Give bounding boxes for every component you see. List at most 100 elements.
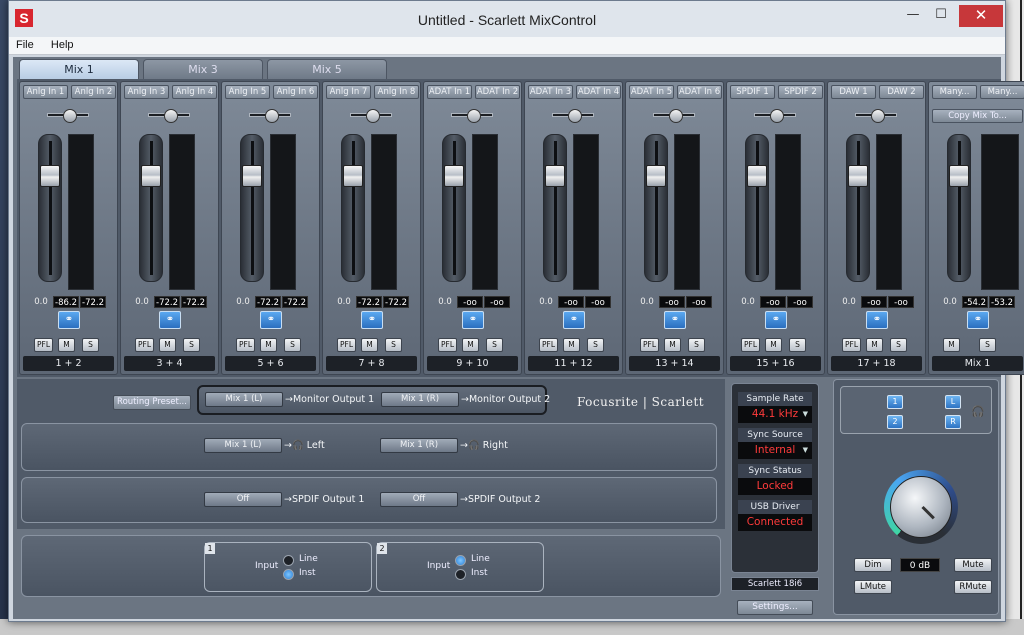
phones-right-select[interactable]: Mix 1 (R) [380, 438, 458, 453]
stereo-link-icon[interactable]: ⚭ [967, 311, 989, 329]
fader-cap[interactable] [40, 164, 60, 187]
dim-button[interactable]: Dim [854, 558, 892, 572]
input-select-right[interactable]: Anlg In 6 [273, 85, 318, 99]
stereo-link-icon[interactable]: ⚭ [159, 311, 181, 329]
volume-fader[interactable] [139, 134, 163, 282]
monitor-out-2-button[interactable]: 2 [887, 415, 903, 429]
mute-button[interactable]: M [260, 338, 277, 352]
pfl-button[interactable]: PFL [135, 338, 154, 352]
pan-slider[interactable] [853, 109, 899, 123]
fader-cap[interactable] [343, 164, 363, 187]
pfl-button[interactable]: PFL [741, 338, 760, 352]
pan-handle[interactable] [770, 109, 784, 123]
mute-button[interactable]: M [866, 338, 883, 352]
input-2-line-radio[interactable] [455, 555, 466, 566]
master-volume-knob[interactable] [884, 470, 958, 544]
stereo-link-icon[interactable]: ⚭ [765, 311, 787, 329]
sync-source-select[interactable]: Internal ▼ [738, 442, 812, 459]
fader-cap[interactable] [848, 164, 868, 187]
stereo-link-icon[interactable]: ⚭ [866, 311, 888, 329]
volume-fader[interactable] [341, 134, 365, 282]
stereo-link-icon[interactable]: ⚭ [260, 311, 282, 329]
mute-button[interactable]: M [361, 338, 378, 352]
pan-slider[interactable] [651, 109, 697, 123]
copy-mix-button[interactable]: Copy Mix To... [932, 109, 1023, 123]
input-select-left[interactable]: ADAT In 5 [629, 85, 674, 99]
minimize-button[interactable]: — [899, 5, 927, 27]
phones-left-button[interactable]: L [945, 395, 961, 409]
maximize-button[interactable]: ☐ [927, 5, 955, 27]
pfl-button[interactable]: PFL [438, 338, 457, 352]
pan-slider[interactable] [146, 109, 192, 123]
input-select-right[interactable]: SPDIF 2 [778, 85, 823, 99]
input-select-left[interactable]: ADAT In 1 [427, 85, 472, 99]
mute-button[interactable]: M [58, 338, 75, 352]
solo-button[interactable]: S [587, 338, 604, 352]
input-select-right[interactable]: ADAT In 4 [576, 85, 621, 99]
input-2-inst-radio[interactable] [455, 569, 466, 580]
tab-mix-1[interactable]: Mix 1 [19, 59, 139, 79]
menu-help[interactable]: Help [44, 37, 81, 53]
input-select-right[interactable]: ADAT In 2 [475, 85, 520, 99]
monitor-output-1-select[interactable]: Mix 1 (L) [205, 392, 283, 407]
phones-right-button[interactable]: R [945, 415, 961, 429]
volume-fader[interactable] [947, 134, 971, 282]
fader-cap[interactable] [646, 164, 666, 187]
pan-slider[interactable] [752, 109, 798, 123]
mute-button[interactable]: M [462, 338, 479, 352]
solo-button[interactable]: S [385, 338, 402, 352]
stereo-link-icon[interactable]: ⚭ [563, 311, 585, 329]
mute-button[interactable]: M [765, 338, 782, 352]
stereo-link-icon[interactable]: ⚭ [58, 311, 80, 329]
input-select-right[interactable]: Anlg In 8 [374, 85, 419, 99]
fader-cap[interactable] [545, 164, 565, 187]
fader-cap[interactable] [242, 164, 262, 187]
pfl-button[interactable]: PFL [539, 338, 558, 352]
solo-button[interactable]: S [284, 338, 301, 352]
input-select-left[interactable]: Anlg In 3 [124, 85, 169, 99]
solo-button[interactable]: S [688, 338, 705, 352]
settings-button[interactable]: Settings... [737, 600, 813, 615]
volume-fader[interactable] [442, 134, 466, 282]
pan-slider[interactable] [449, 109, 495, 123]
solo-button[interactable]: S [789, 338, 806, 352]
stereo-link-icon[interactable]: ⚭ [361, 311, 383, 329]
solo-button[interactable]: S [890, 338, 907, 352]
input-select-right[interactable]: ADAT In 6 [677, 85, 722, 99]
pan-handle[interactable] [366, 109, 380, 123]
solo-button[interactable]: S [82, 338, 99, 352]
tab-mix-5[interactable]: Mix 5 [267, 59, 387, 79]
pan-slider[interactable] [247, 109, 293, 123]
pan-slider[interactable] [348, 109, 394, 123]
stereo-link-icon[interactable]: ⚭ [462, 311, 484, 329]
mute-button[interactable]: M [563, 338, 580, 352]
mute-button[interactable]: M [159, 338, 176, 352]
phones-left-select[interactable]: Mix 1 (L) [204, 438, 282, 453]
menu-file[interactable]: File [9, 37, 41, 53]
input-select-left[interactable]: ADAT In 3 [528, 85, 573, 99]
input-1-line-radio[interactable] [283, 555, 294, 566]
pan-handle[interactable] [669, 109, 683, 123]
solo-button[interactable]: S [486, 338, 503, 352]
input-select-right[interactable]: Anlg In 4 [172, 85, 217, 99]
fader-cap[interactable] [949, 164, 969, 187]
fader-cap[interactable] [141, 164, 161, 187]
pfl-button[interactable]: PFL [34, 338, 53, 352]
monitor-out-1-button[interactable]: 1 [887, 395, 903, 409]
tab-mix-3[interactable]: Mix 3 [143, 59, 263, 79]
pan-handle[interactable] [467, 109, 481, 123]
routing-preset-button[interactable]: Routing Preset... [113, 395, 191, 410]
monitor-output-2-select[interactable]: Mix 1 (R) [381, 392, 459, 407]
pfl-button[interactable]: PFL [640, 338, 659, 352]
stereo-link-icon[interactable]: ⚭ [664, 311, 686, 329]
mute-button[interactable]: Mute [954, 558, 992, 572]
volume-fader[interactable] [38, 134, 62, 282]
input-1-inst-radio[interactable] [283, 569, 294, 580]
spdif-output-1-select[interactable]: Off [204, 492, 282, 507]
input-select-left[interactable]: Anlg In 5 [225, 85, 270, 99]
solo-button[interactable]: S [979, 338, 996, 352]
spdif-output-2-select[interactable]: Off [380, 492, 458, 507]
pan-handle[interactable] [265, 109, 279, 123]
volume-fader[interactable] [745, 134, 769, 282]
input-select-left[interactable]: Anlg In 7 [326, 85, 371, 99]
